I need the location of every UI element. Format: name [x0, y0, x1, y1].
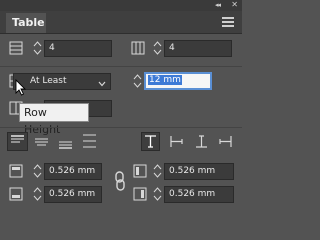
- row-height-spinner[interactable]: [133, 73, 142, 89]
- collapse-arrows-icon[interactable]: ◂◂: [215, 1, 221, 9]
- row-height-mode-dropdown[interactable]: At Least: [13, 73, 111, 90]
- text-rotate-270-icon[interactable]: [217, 133, 234, 153]
- rows-spinner[interactable]: [33, 40, 42, 56]
- align-top-button[interactable]: [7, 132, 28, 151]
- panel-menu-icon[interactable]: [222, 17, 234, 27]
- inset-left-icon: [133, 164, 147, 178]
- inset-top-input[interactable]: 0.526 mm: [44, 163, 102, 180]
- inset-bottom-input[interactable]: 0.526 mm: [44, 186, 102, 203]
- inset-bottom-icon: [9, 187, 23, 201]
- inset-left-input[interactable]: 0.526 mm: [164, 163, 234, 180]
- text-rotate-0-button[interactable]: [141, 132, 160, 151]
- rows-icon: [9, 41, 23, 55]
- inset-right-spinner[interactable]: [153, 186, 162, 202]
- chevron-down-icon: [98, 78, 106, 93]
- columns-input[interactable]: 4: [164, 40, 232, 57]
- mouse-cursor-icon: [15, 78, 27, 99]
- close-icon[interactable]: ✕: [231, 0, 238, 9]
- inset-top-icon: [9, 164, 23, 178]
- text-rotate-180-icon[interactable]: [193, 133, 210, 153]
- tooltip: Row Height: [19, 103, 89, 136]
- link-icon[interactable]: [114, 171, 126, 194]
- tab-table[interactable]: Table: [6, 13, 46, 33]
- inset-right-icon: [133, 187, 147, 201]
- inset-left-spinner[interactable]: [153, 163, 162, 179]
- align-center-icon[interactable]: [32, 133, 51, 153]
- divider: [0, 127, 242, 128]
- inset-bottom-spinner[interactable]: [33, 186, 42, 202]
- text-rotate-90-icon[interactable]: [168, 133, 185, 153]
- row-height-mode-label: At Least: [30, 76, 67, 86]
- inset-top-spinner[interactable]: [33, 163, 42, 179]
- row-height-input[interactable]: 12 mm: [144, 72, 212, 90]
- columns-spinner[interactable]: [153, 40, 162, 56]
- justify-vertical-icon[interactable]: [80, 133, 99, 153]
- align-bottom-icon[interactable]: [56, 133, 75, 153]
- divider: [0, 66, 242, 67]
- row-height-value: 12 mm: [148, 75, 182, 85]
- panel-titlebar: ◂◂ ✕: [0, 0, 242, 11]
- inset-right-input[interactable]: 0.526 mm: [164, 186, 234, 203]
- rows-input[interactable]: 4: [44, 40, 112, 57]
- columns-icon: [131, 41, 145, 55]
